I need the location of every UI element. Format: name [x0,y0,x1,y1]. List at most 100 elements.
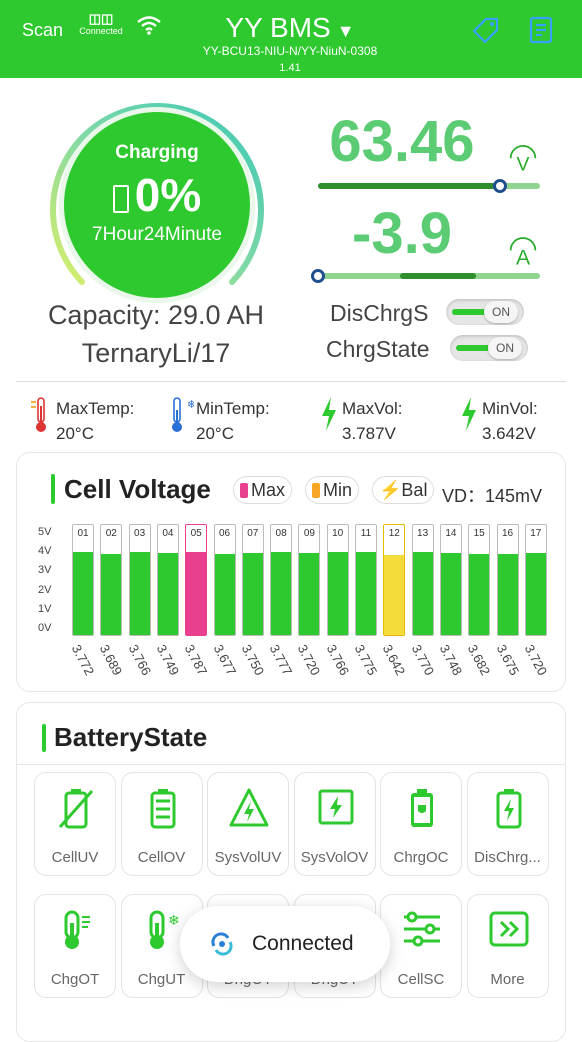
voltage-slider-fill [318,183,501,189]
soc-percent-value: 0% [134,169,202,221]
vd-label: VD： [442,486,486,506]
volt-unit-icon: V [509,145,537,176]
cell-number: 01 [77,528,89,539]
state-tile-label: DisChrg... [474,849,541,866]
current-slider-knob[interactable] [311,269,325,283]
charge-status: Charging [115,142,199,163]
voltage-value: 63.46 [329,109,475,174]
state-tile-chrgoc[interactable]: ChrgOC [380,772,462,876]
svg-text:❄: ❄ [187,398,194,411]
state-tile-sysvolov[interactable]: SysVolOV [293,772,376,876]
state-tile-cellsc[interactable]: CellSC [380,894,462,998]
cell-number: 11 [360,528,372,539]
divider [16,381,566,382]
cell-number: 15 [473,528,485,539]
cell-number: 02 [105,528,117,539]
chrg-switch-label: ChrgState [326,336,430,362]
voltage-unit: V [517,154,530,176]
cell-number: 09 [303,528,315,539]
state-tile-label: CellOV [137,849,186,866]
sliders-icon [404,911,440,947]
scan-button[interactable]: Scan [22,20,63,41]
chrg-toggle[interactable]: ON [450,335,528,361]
cell-bar: 14 [439,524,462,636]
cell-number: 13 [417,528,429,539]
dischrg-toggle-state: ON [484,301,518,323]
cell-bar: 08 [270,524,293,636]
state-tile-label: SysVolUV [214,849,282,866]
min-temp-label: MinTemp: [196,399,270,418]
cell-bar: 04 [156,524,179,636]
state-tile-sysvoluv[interactable]: SysVolUV [207,772,289,876]
chrg-toggle-state: ON [488,337,522,359]
cell-number: 06 [218,528,231,539]
thermometer-icon [64,910,90,949]
cell-number: 04 [162,528,174,539]
cell-bar-fill [73,552,93,635]
max-vol-value: 3.787V [342,424,396,443]
battery-state-title: BatteryState [54,722,208,752]
state-tile-label: ChgUT [137,971,186,988]
y-axis-tick: 0V [38,622,52,634]
cell-number: 14 [445,528,457,539]
cell-number: 10 [332,528,344,539]
y-axis-tick: 1V [38,602,52,615]
min-vol-label: MinVol: [482,399,538,418]
section-accent [42,724,46,752]
firmware-version: 1.41 [279,62,301,74]
battery-slash-icon [58,789,94,829]
cell-bar-fill [469,554,490,635]
current-value: -3.9 [352,201,452,266]
cell-bar: 06 [213,524,236,636]
voltage-slider-knob[interactable] [493,179,508,193]
cell-number: 03 [134,528,146,539]
cell-bar: 15 [468,524,491,636]
min-vol: MinVol: 3.642V [482,396,538,446]
chevron-down-icon: ▼ [336,21,355,41]
cell-number: 07 [247,528,259,539]
battery-type: TernaryLi/17 [81,338,231,368]
battery-min-icon [312,483,320,498]
state-tile-cellov[interactable]: CellOV [120,772,203,876]
state-tile-label: CellSC [397,971,445,988]
cell-bar-fill [299,553,320,635]
legend-bal: ⚡Bal [372,476,435,504]
min-temp: MinTemp: 20°C [196,396,270,446]
thermometer-hot-icon [31,397,46,432]
wifi-icon [137,16,161,35]
state-tile-label: CellUV [51,849,99,866]
link-icon: ◫◫ [88,11,114,26]
cell-bar: 02 [100,524,123,636]
square-bolt-icon [318,789,353,825]
battery-full-icon [150,789,175,829]
cell-number: 05 [190,528,202,539]
thermometer-snow-icon: ❄ [149,910,179,949]
battery-max-icon [240,483,248,498]
cell-bar: 13 [411,524,434,636]
device-title-dropdown[interactable]: YY BMS ▼ [180,12,400,44]
battery-icon [112,184,129,213]
save-icon[interactable] [528,16,554,44]
cell-bar: 05 [185,524,208,636]
min-vol-value: 3.642V [482,424,536,443]
cell-number: 08 [275,528,287,539]
connection-status[interactable]: ◫◫ Connected [74,11,128,37]
tag-icon[interactable] [472,16,500,44]
capacity-label: Capacity: 29.0 AH [47,300,265,330]
state-tile-label: ChrgOC [393,849,449,866]
cell-bar: 17 [524,524,547,636]
cell-bar-fill [356,551,376,635]
state-tile-more[interactable]: More [466,894,549,998]
dischrg-toggle[interactable]: ON [446,299,524,325]
battery-bolt-icon [496,789,521,829]
cell-number: 12 [388,528,400,539]
gauge-text: Charging 0% 7Hour24Minute [64,112,250,246]
legend-max-label: Max [251,480,286,500]
current-unit: A [516,246,531,269]
state-tile-chgot[interactable]: ChgOT [34,894,116,998]
cell-bar-fill [525,553,546,635]
cell-bar: 07 [241,524,264,636]
cell-bar: 11 [355,524,377,636]
state-tile-dischrg[interactable]: DisChrg... [466,772,549,876]
state-tile-celluv[interactable]: CellUV [34,772,116,876]
